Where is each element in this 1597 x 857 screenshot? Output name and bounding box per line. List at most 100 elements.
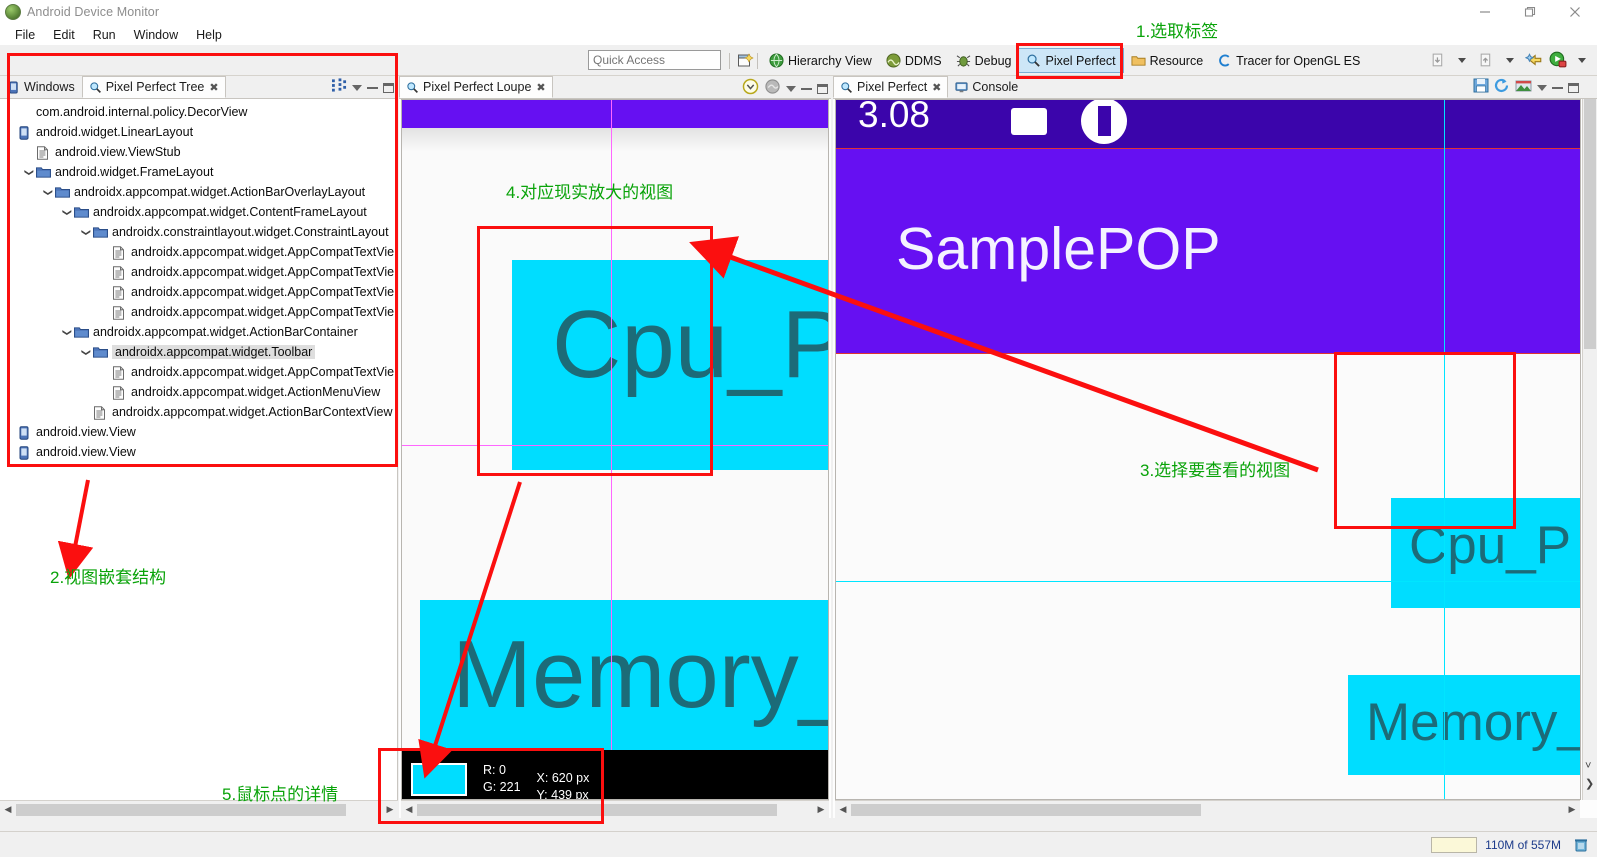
close-icon[interactable]: ✖ [536,81,545,94]
chevron-down-icon[interactable]: ❯ [62,325,73,339]
menu-edit[interactable]: Edit [44,26,84,44]
tree-node[interactable]: androidx.appcompat.widget.AppCompatTextV… [0,242,397,262]
export-icon[interactable] [1475,49,1497,71]
run-dropdown-caret[interactable] [1571,49,1593,71]
scroll-right-arrow[interactable]: ▶ [382,804,398,815]
scroll-end-chevron[interactable]: ❯ [1585,777,1594,790]
loupe-canvas[interactable]: Cpu_P Memory_ #00ddff R: 0 G: 221 B: 255 [401,99,829,800]
overlay-icon[interactable] [764,78,781,100]
chevron-down-icon[interactable]: ❯ [81,345,92,359]
refresh-icon[interactable] [1494,78,1510,98]
export-dropdown-caret[interactable] [1499,49,1521,71]
tree-node-label: com.android.internal.policy.DecorView [36,105,248,119]
minimize-icon[interactable] [367,86,378,89]
scroll-thumb[interactable] [851,803,1201,816]
maximize-button[interactable] [1507,0,1552,24]
menu-file[interactable]: File [6,26,44,44]
tree-node[interactable]: androidx.appcompat.widget.AppCompatTextV… [0,362,397,382]
scroll-left-arrow[interactable]: ◀ [835,804,851,815]
device-screen-preview[interactable]: 3.08 SamplePOP Cpu_P Memory_ Network @稀土… [835,99,1581,800]
scroll-track[interactable] [417,802,813,817]
trash-icon[interactable] [1573,837,1589,857]
pp-horizontal-scrollbar[interactable]: ◀ ▶ [835,800,1580,818]
layout-refresh-icon[interactable] [332,78,347,97]
maximize-icon[interactable] [817,84,828,94]
tree-horizontal-scrollbar[interactable]: ◀ ▶ [0,800,398,818]
window-controls [1462,0,1597,24]
tree-node[interactable]: android.view.View [0,422,397,442]
minimize-button[interactable] [1462,0,1507,24]
tree-node[interactable]: android.widget.LinearLayout [0,122,397,142]
run-icon[interactable] [1547,49,1569,71]
menu-run[interactable]: Run [84,26,125,44]
scroll-right-arrow[interactable]: ▶ [813,804,829,815]
tree-node[interactable]: androidx.appcompat.widget.ActionBarConte… [0,402,397,422]
tree-node[interactable]: androidx.appcompat.widget.AppCompatTextV… [0,282,397,302]
tree-node[interactable]: ❯ androidx.appcompat.widget.Toolbar [0,342,397,362]
chevron-down-icon[interactable]: ❯ [43,185,54,199]
tree-node[interactable]: com.android.internal.policy.DecorView [0,102,397,122]
view-menu-icon[interactable] [786,86,796,92]
loupe-horizontal-scrollbar[interactable]: ◀ ▶ [401,800,829,818]
menu-window[interactable]: Window [125,26,187,44]
view-hierarchy-tree[interactable]: com.android.internal.policy.DecorView and… [0,99,397,818]
tab-windows[interactable]: Windows [0,76,82,98]
zoom-level-icon[interactable] [742,78,759,100]
chevron-down-icon[interactable]: ❯ [81,225,92,239]
perspective-tracer-opengl[interactable]: Tracer for OpenGL ES [1210,48,1367,73]
scroll-track[interactable] [851,802,1564,817]
close-button[interactable] [1552,0,1597,24]
pixel-xy-values: X: 620 px Y: 439 px [537,770,590,799]
save-icon[interactable] [1473,78,1489,98]
scroll-thumb[interactable] [16,803,346,816]
tree-node[interactable]: androidx.appcompat.widget.ActionMenuView [0,382,397,402]
quick-access-input[interactable] [588,50,721,70]
scroll-down-chevron[interactable]: ˅ [1585,760,1591,772]
tree-node[interactable]: ❯ androidx.appcompat.widget.ActionBarOver… [0,182,397,202]
view-menu-icon[interactable] [352,84,362,91]
tree-node[interactable]: ❯ androidx.appcompat.widget.ContentFrameL… [0,202,397,222]
new-perspective-icon[interactable] [737,52,754,69]
tree-node[interactable]: androidx.appcompat.widget.AppCompatTextV… [0,262,397,282]
tree-node[interactable]: androidx.appcompat.widget.AppCompatTextV… [0,302,397,322]
menu-help[interactable]: Help [187,26,231,44]
tree-node[interactable]: ❯ androidx.appcompat.widget.ActionBarCont… [0,322,397,342]
minimize-icon[interactable] [801,88,812,90]
import-dropdown-caret[interactable] [1451,49,1473,71]
perspective-debug[interactable]: Debug [949,48,1019,73]
view-menu-icon[interactable] [1537,85,1547,91]
perspective-pixel-perfect[interactable]: Pixel Perfect [1018,48,1124,73]
perspective-ddms[interactable]: DDMS [879,48,949,73]
pp-vertical-scrollbar[interactable]: ˅ ❯ [1582,99,1597,800]
perspective-hierarchy-view[interactable]: Hierarchy View [762,48,879,73]
chevron-down-icon[interactable]: ❯ [62,205,73,219]
tree-node[interactable]: ❯ androidx.constraintlayout.widget.Constr… [0,222,397,242]
scroll-right-arrow[interactable]: ▶ [1564,804,1580,815]
tab-pixel-perfect[interactable]: Pixel Perfect ✖ [833,76,949,98]
scroll-left-arrow[interactable]: ◀ [0,804,16,815]
device-widget-cpu-label: Cpu_P [1409,516,1572,575]
perspective-resource[interactable]: Resource [1124,48,1211,73]
tree-node[interactable]: ❯ android.widget.FrameLayout [0,162,397,182]
tab-pixel-perfect-loupe[interactable]: Pixel Perfect Loupe ✖ [399,76,553,98]
heap-status[interactable]: 110M of 557M [1431,836,1561,854]
close-icon[interactable]: ✖ [209,81,218,94]
minimize-icon[interactable] [1552,87,1563,89]
chevron-down-icon[interactable]: ❯ [24,165,35,179]
tree-node-label: androidx.appcompat.widget.AppCompatTextV… [131,285,395,299]
import-icon[interactable] [1427,49,1449,71]
tab-pixel-perfect-tree[interactable]: Pixel Perfect Tree ✖ [81,76,226,98]
tree-node[interactable]: android.view.View [0,442,397,462]
pp-vertical-scroll-thumb[interactable] [1584,99,1596,349]
pixel-color-swatch [411,762,467,796]
tab-console[interactable]: Console [948,76,1025,98]
close-icon[interactable]: ✖ [932,81,941,94]
tree-node[interactable]: android.view.ViewStub [0,142,397,162]
maximize-icon[interactable] [1568,83,1579,93]
load-overlay-icon[interactable] [1515,78,1532,98]
new-item-icon[interactable] [1523,49,1545,71]
annotation-label-3: 3.选择要查看的视图 [1140,461,1291,480]
scroll-left-arrow[interactable]: ◀ [401,804,417,815]
scroll-thumb[interactable] [417,803,777,816]
maximize-icon[interactable] [383,82,394,93]
